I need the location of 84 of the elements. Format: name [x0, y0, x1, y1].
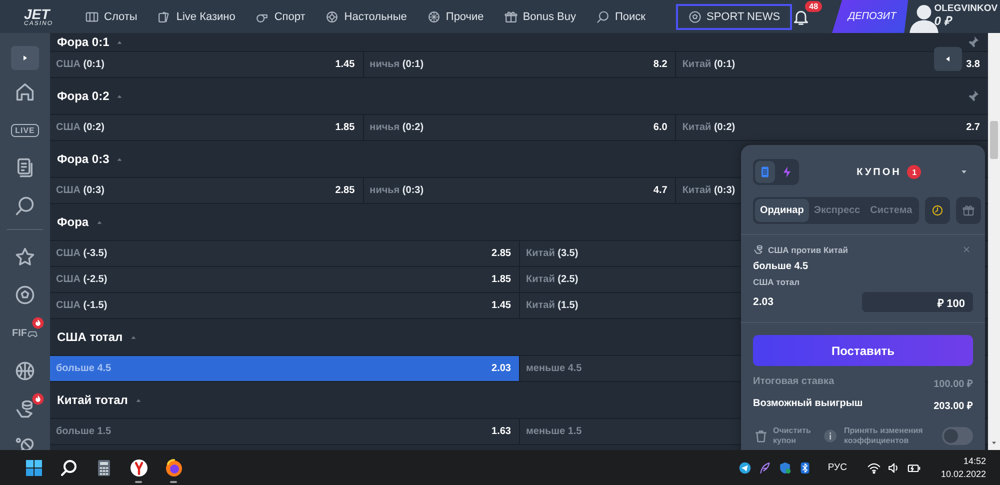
clock[interactable]: 14:52 10.02.2022 [940, 455, 986, 480]
odds-cell[interactable]: США (-2.5) 1.85 [50, 267, 519, 292]
tab[interactable]: Ординар [755, 199, 809, 222]
logo-title: JET [24, 6, 51, 20]
search-icon[interactable] [58, 458, 78, 478]
odds-cell[interactable]: ничья (0:2) 6.0 [362, 115, 676, 140]
language-indicator[interactable]: РУС [828, 462, 847, 473]
feather-icon[interactable] [758, 460, 772, 474]
deposit-button[interactable]: ДЕПОЗИТ [832, 0, 908, 33]
gift-icon [962, 204, 976, 217]
orb-logo-icon[interactable] [164, 458, 184, 478]
basketball-icon[interactable] [14, 360, 36, 382]
gift-button[interactable] [956, 197, 982, 224]
soccer-ball-icon[interactable] [14, 284, 36, 306]
count-badge: 1 [907, 165, 922, 179]
odds-cell[interactable]: США (0:3) 2.85 [50, 178, 363, 203]
nav-link[interactable]: Поиск [592, 4, 650, 30]
username: OLEGVINKOV [934, 4, 998, 16]
odds-cell[interactable]: ничья (0:1) 8.2 [362, 52, 676, 77]
event-name: США против Китай [768, 244, 848, 254]
clock-button[interactable] [925, 197, 950, 224]
odds-cell[interactable]: США (0:1) 1.45 [50, 52, 363, 77]
round-logo-icon[interactable] [128, 458, 148, 478]
accept-changes-label: Принять изменения коэффициентов [844, 426, 924, 447]
market-title: США тотал [57, 330, 123, 344]
home-icon[interactable] [14, 81, 36, 103]
place-bet-button[interactable]: Поставить [753, 335, 973, 366]
balance: 0 ₽ [934, 15, 954, 29]
nav-link[interactable]: SPORT NEWS [676, 4, 792, 30]
market-name: США тотал [753, 277, 801, 287]
stake-field[interactable]: ₽ 100 [862, 292, 973, 312]
nav-link[interactable]: Слоты [81, 4, 142, 30]
trash-icon [753, 428, 769, 444]
nav-link[interactable]: Прочие [422, 4, 488, 30]
chip-icon [325, 10, 340, 24]
market-title: Фора [57, 215, 89, 229]
mode-button[interactable] [755, 161, 775, 183]
bet-odds: 2.03 [753, 296, 774, 308]
toggle-switch[interactable] [942, 427, 973, 446]
live-link[interactable]: LIVE [11, 124, 39, 136]
odds-cell[interactable]: ничья (0:3) 4.7 [362, 178, 676, 203]
wifi-icon[interactable] [866, 460, 881, 474]
coupon-title: КУПОН [856, 166, 902, 178]
market-title: Китай тотал [57, 393, 128, 407]
star-icon[interactable] [14, 246, 36, 268]
cards-icon [157, 10, 172, 24]
start-icon[interactable] [24, 458, 44, 478]
search-icon [596, 10, 610, 24]
info-icon[interactable] [823, 428, 838, 444]
nav-link[interactable]: Live Казино [153, 4, 240, 30]
pin-icon[interactable] [966, 35, 980, 49]
scrollbar[interactable] [988, 33, 1000, 450]
selection-name: больше 4.5 [753, 261, 810, 272]
market-title: Фора 0:1 [57, 35, 110, 49]
market-title: Фора 0:2 [57, 89, 110, 103]
roulette-icon [426, 10, 441, 24]
chips-hand-icon [753, 244, 764, 255]
summary-value: 203.00 ₽ [934, 400, 973, 412]
soccer-ball-icon [688, 10, 702, 24]
nav-link[interactable]: Bonus Buy [500, 4, 580, 30]
odds-cell[interactable]: больше 1.5 1.63 [50, 419, 519, 444]
market-title: Фора 0:3 [57, 152, 110, 166]
clock-icon [931, 204, 944, 217]
slot-machine-icon [85, 10, 100, 24]
odds-cell[interactable]: США (0:2) 1.85 [50, 115, 363, 140]
pin-icon[interactable] [966, 89, 980, 103]
fifa-link[interactable]: FIF [12, 328, 38, 338]
scroll-down-arrow-icon[interactable] [990, 439, 998, 447]
nav-link[interactable]: Настольные [321, 4, 411, 30]
paper-plane-icon[interactable] [738, 460, 752, 474]
odds-cell[interactable]: больше 4.5 2.03 [50, 356, 519, 381]
notification-badge: 48 [805, 0, 822, 12]
odds-cell[interactable]: США (-3.5) 2.85 [50, 241, 519, 266]
close-icon[interactable] [962, 245, 971, 254]
scrollbar-thumb[interactable] [990, 121, 998, 159]
date: 10.02.2022 [940, 468, 986, 480]
nav-link[interactable]: Спорт [251, 4, 310, 30]
summary-label: Возможный выигрыш [753, 398, 863, 411]
summary-value: 100.00 ₽ [934, 378, 973, 390]
odds-cell[interactable]: США (-1.5) 1.45 [50, 293, 519, 318]
time: 14:52 [963, 455, 986, 468]
shield-icon[interactable] [778, 460, 792, 474]
summary-label: Итоговая ставка [753, 376, 834, 389]
gift-icon [504, 10, 518, 24]
